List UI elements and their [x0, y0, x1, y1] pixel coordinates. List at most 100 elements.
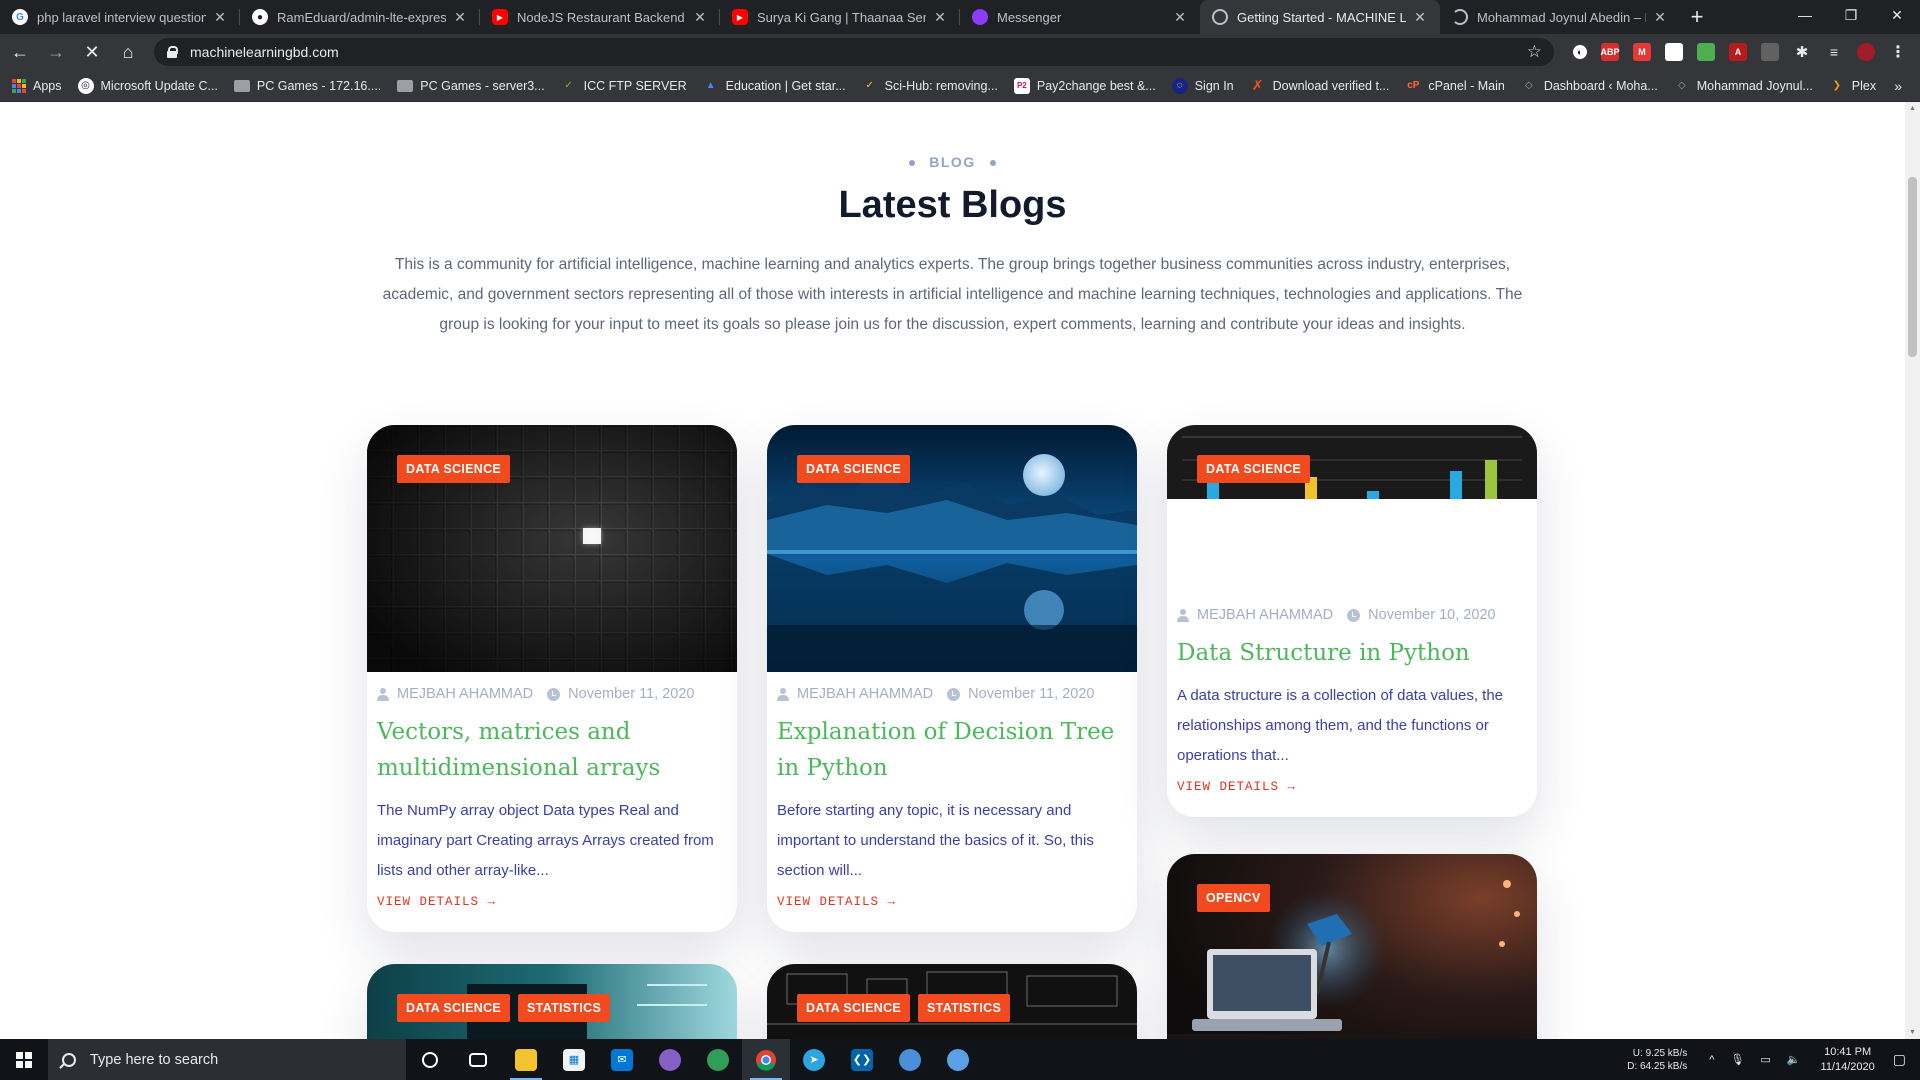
taskbar-clock[interactable]: 10:41 PM 11/14/2020: [1821, 1045, 1875, 1075]
start-button[interactable]: [0, 1039, 48, 1080]
bookmark-item[interactable]: PC Games - server3...: [397, 79, 545, 93]
task-view-icon[interactable]: [454, 1039, 502, 1080]
chevron-up-icon[interactable]: ^: [1709, 1054, 1714, 1066]
blog-image[interactable]: OPENCV: [1167, 854, 1537, 1039]
category-badge[interactable]: DATA SCIENCE: [397, 455, 511, 483]
menu-icon[interactable]: ⋮: [1889, 43, 1907, 61]
grammar-extension-icon[interactable]: [1697, 43, 1715, 61]
forward-icon[interactable]: →: [40, 36, 72, 68]
page-scrollbar[interactable]: ▲ ▼: [1905, 102, 1920, 1039]
taskbar-search[interactable]: Type here to search: [48, 1039, 406, 1080]
vscode-icon[interactable]: ❮❯: [838, 1039, 886, 1080]
app-icon[interactable]: [646, 1039, 694, 1080]
blog-image[interactable]: DATA SCIENCE STATISTICS: [767, 964, 1137, 1039]
more-bookmarks-icon[interactable]: »: [1894, 78, 1902, 94]
m-extension-icon[interactable]: M: [1633, 43, 1651, 61]
close-icon[interactable]: ✕: [692, 9, 708, 26]
bookmark-star-icon[interactable]: ☆: [1527, 42, 1542, 62]
category-badge[interactable]: STATISTICS: [918, 994, 1011, 1022]
telegram-icon[interactable]: ➤: [790, 1039, 838, 1080]
category-badge[interactable]: DATA SCIENCE: [1197, 455, 1311, 483]
app-icon[interactable]: [934, 1039, 982, 1080]
blog-title[interactable]: Data Structure in Python: [1177, 635, 1527, 671]
network-icon[interactable]: ▭: [1760, 1053, 1770, 1066]
blog-image[interactable]: DATA SCIENCE: [367, 425, 737, 672]
bookmark-item[interactable]: ✓ ICC FTP SERVER: [561, 78, 686, 94]
restore-icon[interactable]: ❐: [1828, 0, 1874, 30]
tab-1[interactable]: ● RamEduard/admin-lte-express: A ✕: [240, 0, 480, 34]
blog-image[interactable]: DATA SCIENCE STATISTICS: [367, 964, 737, 1039]
category-badge[interactable]: DATA SCIENCE: [797, 455, 911, 483]
lock-icon[interactable]: [166, 46, 178, 58]
bookmark-item[interactable]: ❯ Plex: [1829, 78, 1877, 94]
author-name[interactable]: MEJBAH AHAMMAD: [1197, 607, 1333, 623]
blog-title[interactable]: Explanation of Decision Tree in Python: [777, 714, 1127, 786]
blog-card[interactable]: DATA SCIENCE MEJBAH AHAMMAD November 10,…: [1167, 425, 1537, 817]
blog-card[interactable]: OPENCV: [1167, 854, 1537, 1039]
bookmark-item[interactable]: ◇ Dashboard ‹ Moha...: [1521, 78, 1658, 94]
tab-3[interactable]: ▶ Surya Ki Gang | Thaanaa Serndha ✕: [720, 0, 960, 34]
close-icon[interactable]: ✕: [1652, 9, 1668, 26]
tab-6[interactable]: Mohammad Joynul Abedin – Pers ✕: [1440, 0, 1680, 34]
home-icon[interactable]: ⌂: [112, 36, 144, 68]
volume-icon[interactable]: 🔈: [1787, 1053, 1801, 1066]
stop-icon[interactable]: ✕: [76, 36, 108, 68]
address-bar[interactable]: machinelearningbd.com ☆: [154, 38, 1554, 66]
avatar[interactable]: [1857, 43, 1875, 61]
app-icon[interactable]: [886, 1039, 934, 1080]
pdf-extension-icon[interactable]: A: [1729, 43, 1747, 61]
new-tab-button[interactable]: +: [1680, 0, 1714, 34]
reading-list-icon[interactable]: ≡: [1825, 43, 1843, 61]
cortana-icon[interactable]: [406, 1039, 454, 1080]
bookmark-apps[interactable]: Apps: [12, 78, 62, 93]
category-badge[interactable]: DATA SCIENCE: [397, 994, 511, 1022]
view-details-link[interactable]: VIEW DETAILS →: [777, 895, 896, 909]
close-window-icon[interactable]: ✕: [1874, 0, 1920, 30]
scroll-down-icon[interactable]: ▼: [1909, 1029, 1916, 1036]
notification-icon[interactable]: ▢: [1893, 1051, 1906, 1068]
microphone-icon[interactable]: 🎙: [1730, 1053, 1744, 1066]
bookmark-item[interactable]: ✓ Sci-Hub: removing...: [862, 78, 997, 94]
close-icon[interactable]: ✕: [932, 9, 948, 26]
minimize-icon[interactable]: —: [1782, 0, 1828, 30]
author-name[interactable]: MEJBAH AHAMMAD: [397, 686, 533, 702]
blog-card[interactable]: DATA SCIENCE STATISTICS: [767, 964, 1137, 1039]
extension-icon[interactable]: [1665, 43, 1683, 61]
scroll-up-icon[interactable]: ▲: [1909, 105, 1916, 112]
dark-mode-extension-icon[interactable]: ◐: [1573, 45, 1587, 59]
category-badge[interactable]: DATA SCIENCE: [797, 994, 911, 1022]
store-icon[interactable]: ▦: [550, 1039, 598, 1080]
blog-image[interactable]: DATA SCIENCE: [767, 425, 1137, 672]
category-badge[interactable]: OPENCV: [1197, 884, 1270, 912]
file-explorer-icon[interactable]: [502, 1039, 550, 1080]
blog-image[interactable]: DATA SCIENCE: [1167, 425, 1537, 499]
blog-card[interactable]: DATA SCIENCE MEJBAH AHAMMAD November 11,…: [767, 425, 1137, 932]
bookmark-item[interactable]: cP cPanel - Main: [1405, 78, 1505, 94]
blog-title[interactable]: Vectors, matrices and multidimensional a…: [377, 714, 727, 786]
scrollbar-thumb[interactable]: [1908, 177, 1917, 357]
blog-card[interactable]: DATA SCIENCE MEJBAH AHAMMAD November 11,…: [367, 425, 737, 932]
tab-2[interactable]: ▶ NodeJS Restaurant Backend | Ad ✕: [480, 0, 720, 34]
bookmark-item[interactable]: ✗ Download verified t...: [1250, 77, 1390, 94]
bookmark-item[interactable]: ▲ Education | Get star...: [703, 78, 846, 94]
bookmark-item[interactable]: PC Games - 172.16....: [233, 79, 381, 93]
bookmark-item[interactable]: ◎ Microsoft Update C...: [77, 77, 218, 94]
bookmark-item[interactable]: ◇ Mohammad Joynul...: [1674, 78, 1813, 94]
blog-card[interactable]: DATA SCIENCE STATISTICS: [367, 964, 737, 1039]
adblock-extension-icon[interactable]: ABP: [1601, 43, 1620, 61]
notification-extension-icon[interactable]: [1761, 43, 1779, 61]
edge-icon[interactable]: [694, 1039, 742, 1080]
author-name[interactable]: MEJBAH AHAMMAD: [797, 686, 933, 702]
close-icon[interactable]: ✕: [1172, 9, 1188, 26]
close-icon[interactable]: ✕: [452, 9, 468, 26]
bookmark-item[interactable]: P2 Pay2change best &...: [1013, 77, 1156, 94]
view-details-link[interactable]: VIEW DETAILS →: [1177, 780, 1296, 794]
tab-0[interactable]: G php laravel interview questions - ✕: [0, 0, 240, 34]
puzzle-icon[interactable]: ✱: [1793, 43, 1811, 61]
back-icon[interactable]: ←: [4, 36, 36, 68]
tab-5[interactable]: Getting Started - MACHINE LEAR ✕: [1200, 0, 1440, 34]
bookmark-item[interactable]: ◌ Sign In: [1171, 77, 1234, 94]
chrome-icon[interactable]: [742, 1039, 790, 1080]
close-icon[interactable]: ✕: [1412, 9, 1428, 26]
mail-icon[interactable]: ✉: [598, 1039, 646, 1080]
